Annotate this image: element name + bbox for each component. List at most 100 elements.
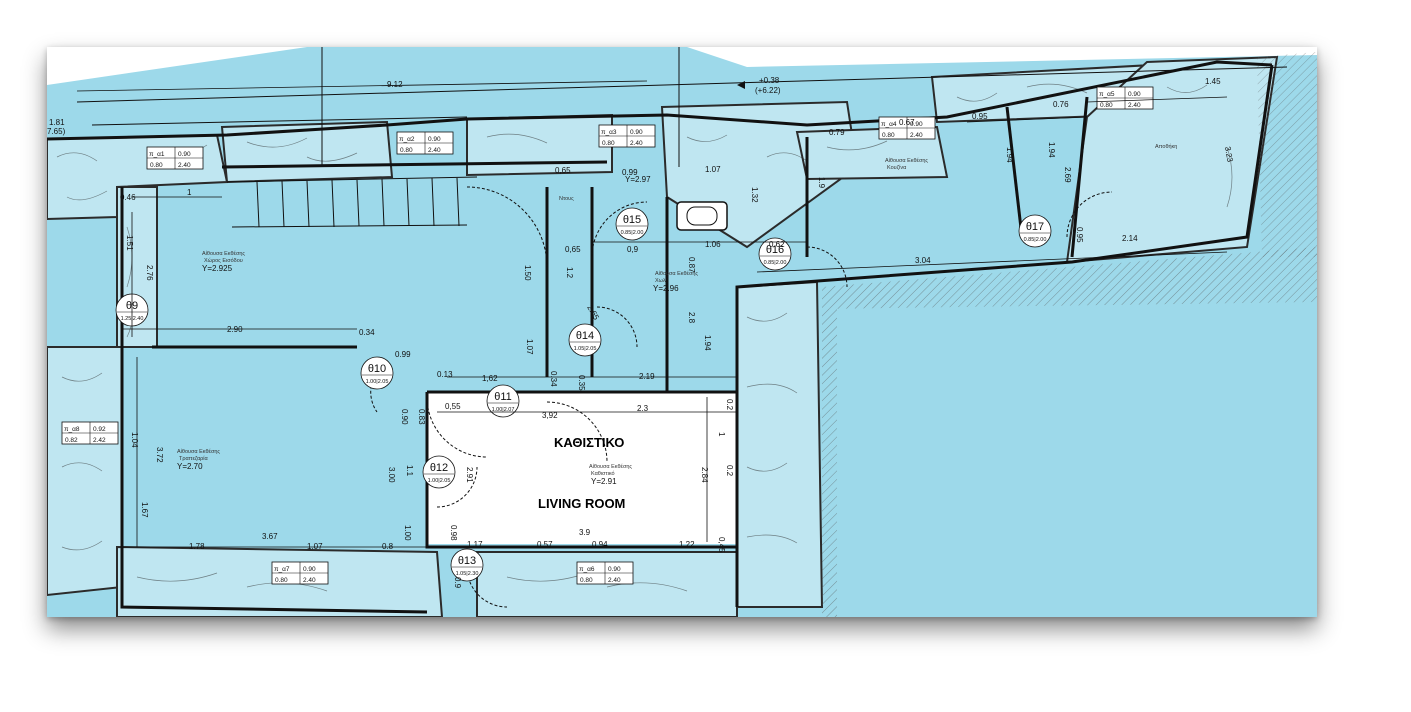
window-height: 2.40 bbox=[428, 147, 441, 154]
floor-plan-drawing: +0.38 (+6.22) 1.81 7.65) Αίθουσα Εκθέσης… bbox=[47, 47, 1317, 617]
dimension: 1.9 bbox=[817, 177, 826, 189]
window-name: π_α5 bbox=[1099, 91, 1115, 98]
dimension: 1.94 bbox=[703, 335, 712, 351]
left-level-sub: 7.65) bbox=[47, 127, 66, 136]
dimension: 0.8 bbox=[382, 542, 394, 551]
dimension: 0.67 bbox=[899, 118, 915, 127]
dimension: 0,65 bbox=[555, 166, 571, 175]
window-tag: π_α8 0.92 0.82 2.42 bbox=[61, 421, 119, 445]
window-sill: 0.80 bbox=[275, 577, 288, 584]
dimension: 0.95 bbox=[972, 112, 988, 121]
dimension: 0.99 bbox=[395, 350, 411, 359]
window-width: 0.90 bbox=[1128, 91, 1141, 98]
dimension: 1.78 bbox=[189, 542, 205, 551]
window-height: 2.40 bbox=[178, 162, 191, 169]
dimension: 1.07 bbox=[307, 542, 323, 551]
dimension: 0.2 bbox=[725, 465, 734, 477]
dimension: 1.1 bbox=[405, 465, 414, 477]
window-height: 2.40 bbox=[1128, 102, 1141, 109]
window-tag: π_α5 0.90 0.80 2.40 bbox=[1096, 86, 1154, 110]
dimension: 1.51 bbox=[125, 235, 134, 251]
dimension: 0,9 bbox=[627, 245, 639, 254]
dimension: 0.34 bbox=[359, 328, 375, 337]
window-name: π_α1 bbox=[149, 151, 165, 158]
window-name: π_α2 bbox=[399, 136, 415, 143]
dimension: 0.95 bbox=[1075, 227, 1084, 243]
dimension: 1,62 bbox=[482, 374, 498, 383]
window-tag: π_α3 0.90 0.80 2.40 bbox=[598, 124, 656, 148]
room-elevation: Y=2.70 bbox=[177, 462, 203, 471]
door-size: 1.00|2.05 bbox=[428, 478, 451, 484]
dimension: 1.06 bbox=[705, 240, 721, 249]
dimension: 2.91 bbox=[465, 467, 474, 483]
window-name: π_α6 bbox=[579, 566, 595, 573]
door-name: θ13 bbox=[458, 555, 476, 567]
exterior-hatch bbox=[1257, 52, 1317, 257]
dimension: 0.35 bbox=[577, 375, 586, 391]
dimension: 0.62 bbox=[769, 240, 785, 249]
dimension: 1.50 bbox=[523, 265, 532, 281]
room-label: Ντους bbox=[559, 196, 574, 202]
room-label: Αποθήκη bbox=[1155, 143, 1177, 150]
dimension: 1.07 bbox=[705, 165, 721, 174]
door-name: θ17 bbox=[1026, 221, 1044, 233]
window-tag: π_α6 0.90 0.80 2.40 bbox=[576, 561, 634, 585]
room-elevation: Y=2.96 bbox=[653, 284, 679, 293]
window-height: 2.40 bbox=[910, 132, 923, 139]
window-sill: 0.80 bbox=[882, 132, 895, 139]
window-width: 0.90 bbox=[303, 566, 316, 573]
left-level: 1.81 bbox=[49, 118, 65, 127]
door-size: 0.85|2.00 bbox=[764, 260, 787, 266]
dimension: 3.67 bbox=[262, 532, 278, 541]
window-name: π_α7 bbox=[274, 566, 290, 573]
door-name: θ15 bbox=[623, 214, 641, 226]
dimension: 0.83 bbox=[417, 409, 426, 425]
window-sill: 0.80 bbox=[602, 140, 615, 147]
window-sill: 0.80 bbox=[400, 147, 413, 154]
dimension: 3.72 bbox=[155, 447, 164, 463]
door-name: θ10 bbox=[368, 363, 386, 375]
dimension: 2.90 bbox=[227, 325, 243, 334]
dimension: 2.8 bbox=[687, 312, 696, 324]
door-size: 0.85|2.00 bbox=[621, 230, 644, 236]
window-name: π_α8 bbox=[64, 426, 80, 433]
bathtub bbox=[676, 201, 728, 231]
door-name: θ12 bbox=[430, 462, 448, 474]
window-height: 2.42 bbox=[93, 437, 106, 444]
window-height: 2.40 bbox=[608, 577, 621, 584]
dimension: 1.67 bbox=[140, 502, 149, 518]
door-tag: θ17 0.85|2.00 bbox=[1018, 214, 1052, 248]
room-label: Αίθουσα Εκθέσης bbox=[202, 250, 245, 257]
dimension: 1.2 bbox=[565, 267, 574, 279]
dimension: 0.99 bbox=[622, 168, 638, 177]
window-sill: 0.82 bbox=[65, 437, 78, 444]
dimension: 1.32 bbox=[750, 187, 759, 203]
window-tag: π_α1 0.90 0.80 2.40 bbox=[146, 146, 204, 170]
room-label: Αίθουσα Εκθέσης bbox=[885, 157, 928, 164]
dimension: 0,55 bbox=[445, 402, 461, 411]
dimension: 0.46 bbox=[120, 193, 136, 202]
dimension: 3.00 bbox=[387, 467, 396, 483]
door-name: θ14 bbox=[576, 330, 594, 342]
dimension: 2.76 bbox=[145, 265, 154, 281]
dimension: 1 bbox=[187, 188, 192, 197]
dimension: 0.98 bbox=[449, 525, 458, 541]
window-width: 0.92 bbox=[93, 426, 106, 433]
window-width: 0.90 bbox=[630, 129, 643, 136]
dimension: 1.07 bbox=[525, 339, 534, 355]
dimension: 1.94 bbox=[1005, 147, 1014, 163]
door-name: θ11 bbox=[494, 391, 512, 403]
room-label: Καθιστικό bbox=[591, 470, 615, 477]
dimension: 0,45 bbox=[717, 537, 726, 553]
window-width: 0.90 bbox=[428, 136, 441, 143]
dimension: 2.69 bbox=[1063, 167, 1072, 183]
living-room-title-english: LIVING ROOM bbox=[538, 496, 625, 511]
dimension: 1.45 bbox=[1205, 77, 1221, 86]
door-tag: θ14 1.05|2.05 bbox=[568, 323, 602, 357]
dimension: 1.94 bbox=[1047, 142, 1056, 158]
window-name: π_α3 bbox=[601, 129, 617, 136]
window-sill: 0.80 bbox=[580, 577, 593, 584]
dimension: 2.84 bbox=[700, 467, 709, 483]
window-height: 2.40 bbox=[630, 140, 643, 147]
room-label: Αίθουσα Εκθέσης bbox=[589, 463, 632, 470]
